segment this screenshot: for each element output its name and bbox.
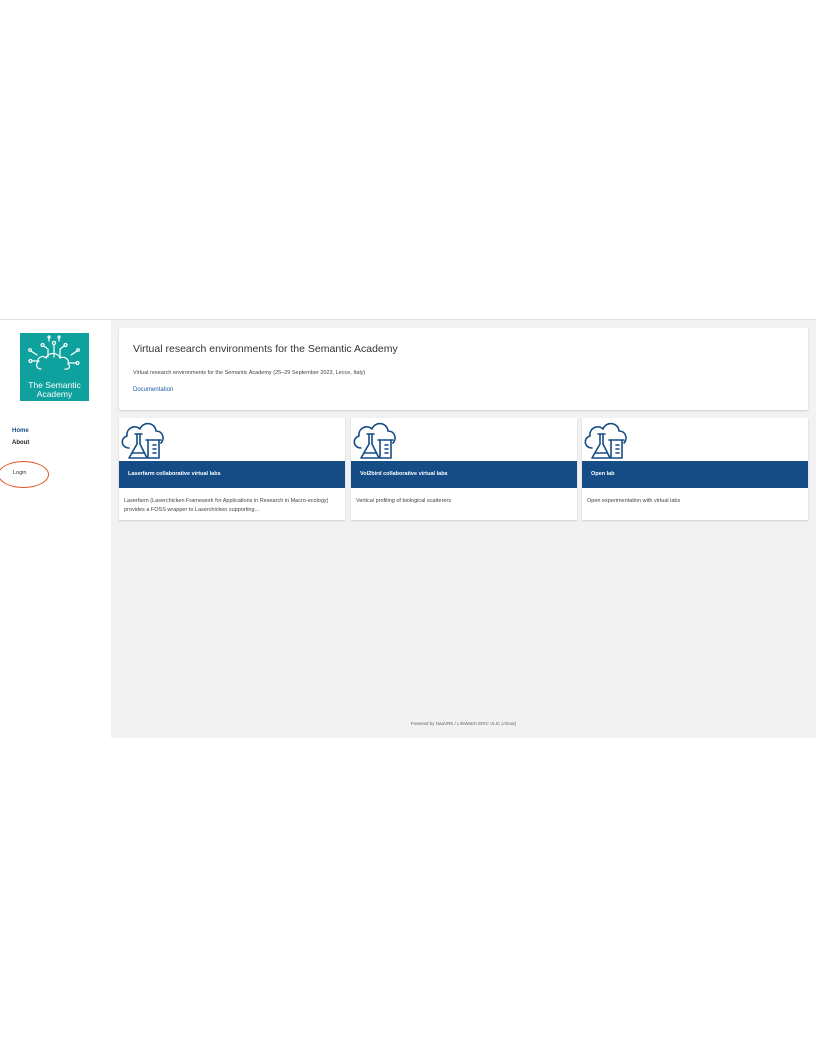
footer-powered-by[interactable]: Powered by NaaVRE / LifeWatch ERIC VLIC … [111, 721, 816, 726]
card-description: Laserfarm (Laserchicken Framework for Ap… [124, 498, 329, 513]
login-link[interactable]: Login [13, 470, 26, 477]
card-title: Open lab [591, 471, 615, 477]
card-description: Vertical profiling of biological scatter… [356, 498, 452, 504]
logo-network-icon [28, 335, 80, 370]
virtual-lab-card-laserfarm[interactable]: Laserfarm collaborative virtual labs Las… [119, 418, 345, 520]
card-title: Vol2bird collaborative virtual labs [360, 471, 448, 477]
nav-item-home[interactable]: Home [12, 427, 29, 435]
documentation-link[interactable]: Documentation [133, 387, 173, 393]
semantic-academy-logo[interactable]: The Semantic Academy [20, 333, 89, 401]
page-description: Virtual research environments for the Se… [133, 370, 366, 376]
card-title: Laserfarm collaborative virtual labs [128, 471, 221, 477]
nav-item-about[interactable]: About [12, 439, 29, 447]
page-title: Virtual research environments for the Se… [133, 343, 398, 355]
cloud-lab-icon [353, 422, 396, 459]
logo-title-line2: Academy [36, 389, 73, 399]
cloud-lab-icon [584, 422, 627, 459]
virtual-lab-card-open-lab[interactable]: Open lab Open experimentation with virtu… [582, 418, 808, 520]
card-description: Open experimentation with virtual labs [587, 498, 681, 504]
app-window: The Semantic Academy Home About Login Vi… [0, 319, 816, 738]
virtual-lab-card-vol2bird[interactable]: Vol2bird collaborative virtual labs Vert… [351, 418, 577, 520]
main-content: Virtual research environments for the Se… [111, 320, 816, 738]
card-title-bar: Open lab [582, 461, 808, 488]
card-title-bar: Vol2bird collaborative virtual labs [351, 461, 577, 488]
intro-panel: Virtual research environments for the Se… [119, 328, 808, 410]
sidebar: The Semantic Academy Home About Login [0, 320, 111, 738]
cloud-lab-icon [121, 422, 164, 459]
card-title-bar: Laserfarm collaborative virtual labs [119, 461, 345, 488]
